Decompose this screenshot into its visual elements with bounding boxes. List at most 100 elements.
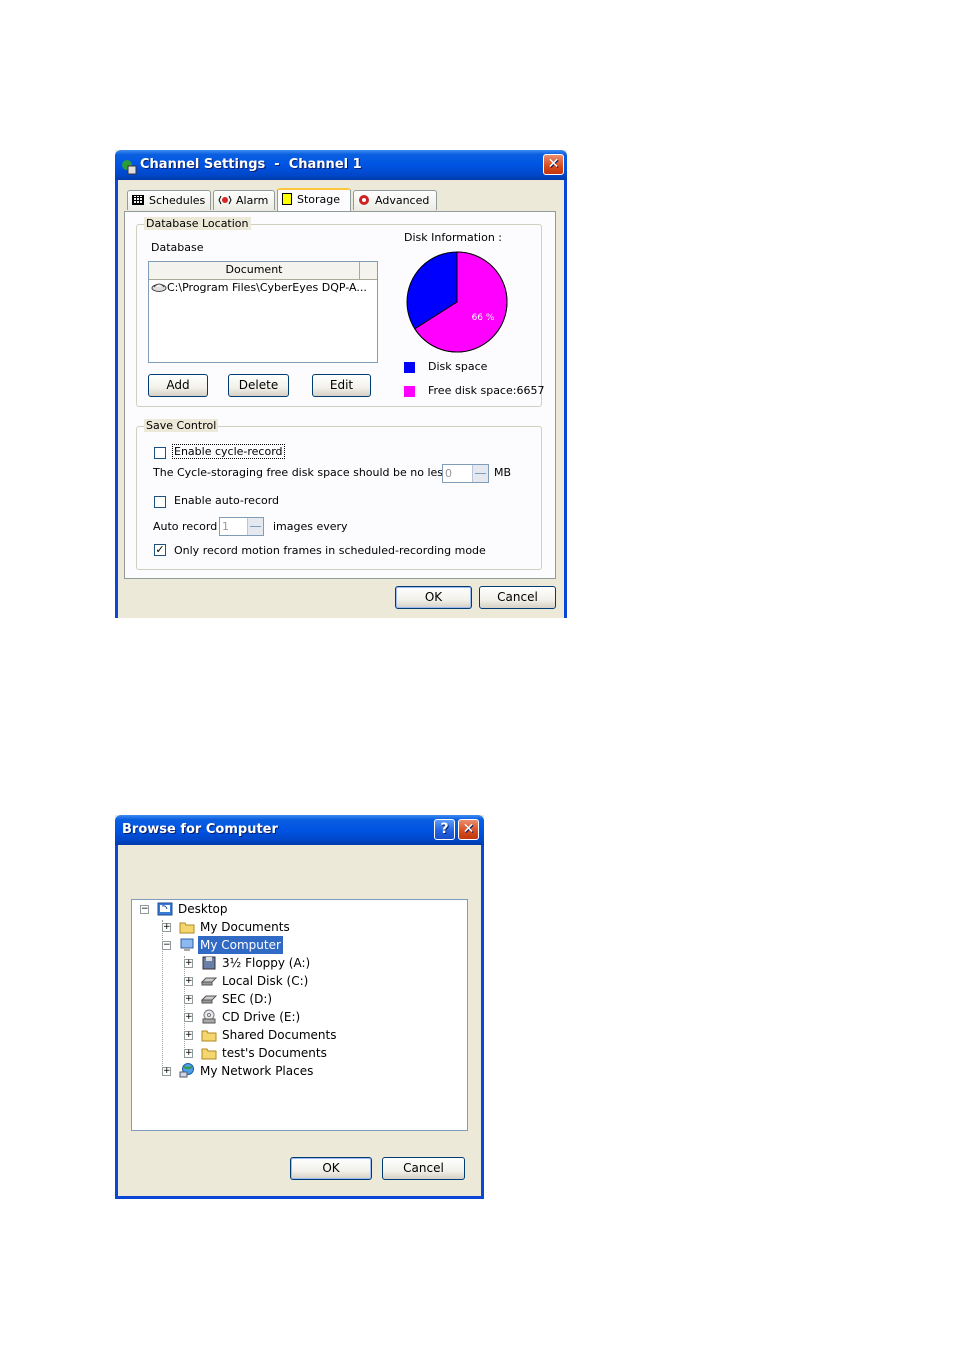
cycle-unit-label: MB <box>494 466 512 479</box>
tab-label: Storage <box>297 193 341 206</box>
tree-node-label: Local Disk (C:) <box>222 974 309 988</box>
window-frame <box>564 180 567 618</box>
tree-node-label: test's Documents <box>222 1046 327 1060</box>
drive-icon <box>151 282 167 292</box>
cycle-record-checkbox[interactable] <box>154 447 166 459</box>
auto-record-checkbox[interactable] <box>154 496 166 508</box>
motion-only-label[interactable]: Only record motion frames in scheduled-r… <box>174 544 486 557</box>
tab-schedules[interactable]: Schedules <box>127 190 211 210</box>
disk-information-label: Disk Information : <box>404 231 503 244</box>
window-frame <box>115 1196 484 1199</box>
tab-storage[interactable]: Storage <box>277 188 351 211</box>
spinner-arrows[interactable] <box>247 518 263 535</box>
tree-node-label: Shared Documents <box>222 1028 337 1042</box>
close-button[interactable]: ✕ <box>458 819 479 840</box>
channel-settings-dialog: Channel Settings - Channel 1 ✕ Schedules… <box>115 150 567 618</box>
legend-free-swatch <box>404 386 415 397</box>
tab-label: Advanced <box>375 194 430 207</box>
spinner-arrows[interactable] <box>472 465 488 482</box>
browse-titlebar[interactable]: Browse for Computer ? ✕ <box>115 815 484 845</box>
dialog-title: Channel Settings - Channel 1 <box>140 157 362 172</box>
grid-icon <box>132 195 144 205</box>
database-location-group: Database Location Database Disk Informat… <box>136 217 545 407</box>
tree-node-label: My Computer <box>197 935 284 955</box>
network-icon <box>179 1063 195 1078</box>
computer-icon <box>179 938 195 952</box>
tree-connector <box>184 956 185 1056</box>
expand-toggle[interactable]: + <box>184 977 193 986</box>
ok-button[interactable]: OK <box>395 586 472 609</box>
expand-toggle[interactable]: + <box>162 923 171 932</box>
edit-button[interactable]: Edit <box>312 374 371 397</box>
expand-toggle[interactable]: + <box>184 1049 193 1058</box>
delete-button[interactable]: Delete <box>228 374 289 397</box>
tab-advanced[interactable]: Advanced <box>353 190 437 210</box>
group-label: Database Location <box>144 217 251 230</box>
collapse-toggle[interactable]: − <box>140 905 149 914</box>
close-icon: ✕ <box>547 156 560 172</box>
storage-icon <box>282 193 292 205</box>
floppy-icon <box>201 956 217 970</box>
tab-label: Schedules <box>149 194 206 207</box>
ok-button[interactable]: OK <box>290 1157 372 1180</box>
dialog-title: Browse for Computer <box>122 822 278 837</box>
group-label: Save Control <box>144 419 219 432</box>
tree-node-label: CD Drive (E:) <box>222 1010 301 1024</box>
expand-toggle[interactable]: + <box>184 959 193 968</box>
storage-panel: Database Location Database Disk Informat… <box>124 211 556 579</box>
add-button[interactable]: Add <box>148 374 208 397</box>
folder-icon <box>201 1028 217 1042</box>
cycle-space-spinner[interactable]: 0 <box>442 464 489 483</box>
save-control-group: Save Control Enable cycle-record The Cyc… <box>136 419 542 570</box>
disk-icon <box>200 992 218 1006</box>
browse-for-computer-dialog: Browse for Computer ? ✕ − Desktop + My D… <box>115 815 484 1199</box>
auto-record-text: Auto record <box>153 520 218 533</box>
cancel-button[interactable]: Cancel <box>382 1157 465 1180</box>
window-frame <box>115 845 118 1199</box>
auto-record-label[interactable]: Enable auto-record <box>174 494 279 507</box>
database-list[interactable]: Document C:\Program Files\CyberEyes DQP-… <box>148 261 378 363</box>
pie-percent-label: 66 % <box>472 313 495 323</box>
advanced-icon <box>358 193 370 205</box>
cycle-storage-text: The Cycle-storaging free disk space shou… <box>153 466 478 479</box>
expand-toggle[interactable]: + <box>184 1013 193 1022</box>
motion-only-checkbox[interactable]: ✓ <box>154 544 166 556</box>
spinner-value: 1 <box>222 520 229 533</box>
tree-node-label: Desktop <box>178 902 228 916</box>
collapse-toggle[interactable]: − <box>162 941 171 950</box>
cancel-button[interactable]: Cancel <box>479 586 556 609</box>
folder-icon <box>179 920 195 934</box>
legend-free-label: Free disk space:6657 <box>428 384 545 397</box>
window-frame <box>115 180 118 618</box>
expand-toggle[interactable]: + <box>184 1031 193 1040</box>
help-icon: ? <box>440 821 449 837</box>
tree-node-label: My Documents <box>200 920 290 934</box>
expand-toggle[interactable]: + <box>184 995 193 1004</box>
close-button[interactable]: ✕ <box>543 154 564 175</box>
tab-alarm[interactable]: Alarm <box>213 190 275 210</box>
alarm-icon <box>218 193 232 205</box>
disk-icon <box>200 974 218 988</box>
auto-record-suffix: images every <box>273 520 348 533</box>
list-item[interactable]: C:\Program Files\CyberEyes DQP-A... <box>151 281 367 295</box>
spinner-value: 0 <box>445 467 452 480</box>
folder-icon <box>201 1046 217 1060</box>
app-icon <box>121 157 137 175</box>
legend-disk-swatch <box>404 362 415 373</box>
channel-settings-titlebar[interactable]: Channel Settings - Channel 1 ✕ <box>115 150 567 180</box>
list-column-header[interactable]: Document <box>149 262 360 280</box>
expand-toggle[interactable]: + <box>162 1067 171 1076</box>
folder-tree[interactable]: − Desktop + My Documents − My Computer + <box>131 899 468 1131</box>
database-label: Database <box>151 241 204 254</box>
auto-record-spinner[interactable]: 1 <box>219 517 264 536</box>
close-icon: ✕ <box>462 821 475 837</box>
list-item-label: C:\Program Files\CyberEyes DQP-A... <box>167 281 367 294</box>
tab-label: Alarm <box>236 194 269 207</box>
desktop-icon <box>157 902 173 916</box>
tree-node-label: My Network Places <box>200 1064 314 1078</box>
help-button[interactable]: ? <box>434 819 455 840</box>
window-frame <box>481 845 484 1199</box>
legend-disk-label: Disk space <box>428 360 488 373</box>
cycle-record-label[interactable]: Enable cycle-record <box>172 444 285 459</box>
list-column-header-filler <box>360 262 377 280</box>
